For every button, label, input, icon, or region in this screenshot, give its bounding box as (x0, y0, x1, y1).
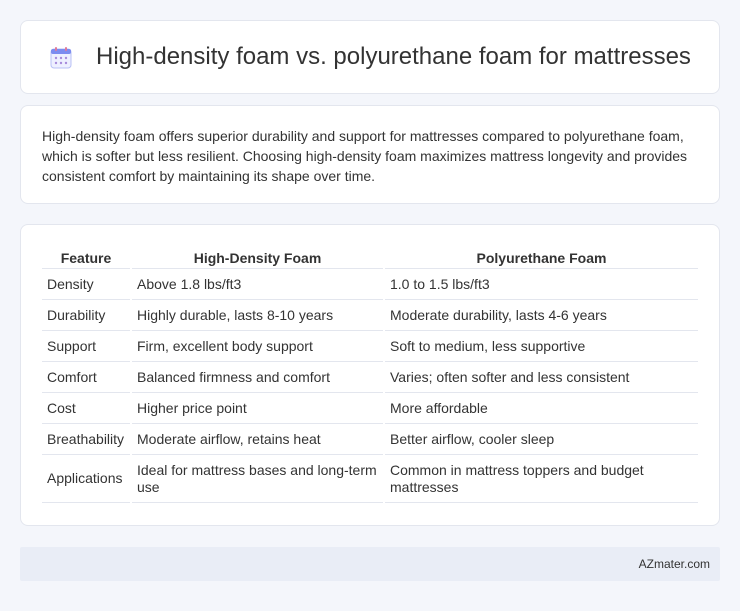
feature-cell: Cost (42, 393, 130, 424)
high-density-cell: Above 1.8 lbs/ft3 (132, 269, 383, 300)
table-row: Durability Highly durable, lasts 8-10 ye… (42, 300, 698, 331)
calendar-icon (49, 46, 73, 70)
polyurethane-cell: More affordable (385, 393, 698, 424)
high-density-cell: Moderate airflow, retains heat (132, 424, 383, 455)
polyurethane-cell: Varies; often softer and less consistent (385, 362, 698, 393)
table-row: Comfort Balanced firmness and comfort Va… (42, 362, 698, 393)
intro-text: High-density foam offers superior durabi… (42, 128, 688, 184)
polyurethane-cell: 1.0 to 1.5 lbs/ft3 (385, 269, 698, 300)
comparison-table: Feature High-Density Foam Polyurethane F… (40, 246, 700, 503)
footer: AZmater.com (20, 547, 720, 581)
polyurethane-cell: Moderate durability, lasts 4-6 years (385, 300, 698, 331)
feature-cell: Density (42, 269, 130, 300)
comparison-card: Feature High-Density Foam Polyurethane F… (20, 224, 720, 526)
table-row: Support Firm, excellent body support Sof… (42, 331, 698, 362)
polyurethane-cell: Better airflow, cooler sleep (385, 424, 698, 455)
high-density-cell: Highly durable, lasts 8-10 years (132, 300, 383, 331)
table-row: Applications Ideal for mattress bases an… (42, 455, 698, 503)
feature-cell: Applications (42, 455, 130, 503)
table-header-row: Feature High-Density Foam Polyurethane F… (42, 246, 698, 269)
page-title: High-density foam vs. polyurethane foam … (96, 43, 691, 70)
polyurethane-cell: Common in mattress toppers and budget ma… (385, 455, 698, 503)
high-density-cell: Balanced firmness and comfort (132, 362, 383, 393)
table-row: Breathability Moderate airflow, retains … (42, 424, 698, 455)
header-high-density: High-Density Foam (132, 246, 383, 269)
table-row: Density Above 1.8 lbs/ft3 1.0 to 1.5 lbs… (42, 269, 698, 300)
high-density-cell: Higher price point (132, 393, 383, 424)
feature-cell: Breathability (42, 424, 130, 455)
table-row: Cost Higher price point More affordable (42, 393, 698, 424)
high-density-cell: Firm, excellent body support (132, 331, 383, 362)
header-feature: Feature (42, 246, 130, 269)
footer-brand: AZmater.com (638, 557, 710, 571)
high-density-cell: Ideal for mattress bases and long-term u… (132, 455, 383, 503)
intro-card: High-density foam offers superior durabi… (20, 105, 720, 204)
title-card: High-density foam vs. polyurethane foam … (20, 20, 720, 94)
header-polyurethane: Polyurethane Foam (385, 246, 698, 269)
feature-cell: Comfort (42, 362, 130, 393)
feature-cell: Support (42, 331, 130, 362)
feature-cell: Durability (42, 300, 130, 331)
polyurethane-cell: Soft to medium, less supportive (385, 331, 698, 362)
